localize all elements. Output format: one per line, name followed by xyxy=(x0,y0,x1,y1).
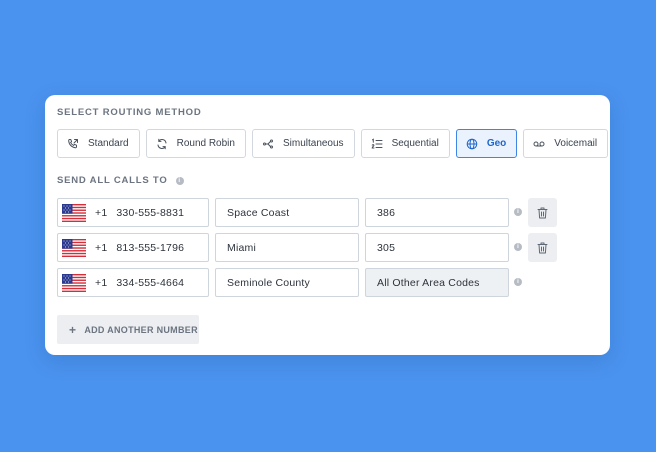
add-another-number-button[interactable]: + ADD ANOTHER NUMBER xyxy=(57,315,199,344)
phone-number: 334-555-4664 xyxy=(116,276,185,289)
method-standard-button[interactable]: Standard xyxy=(57,129,140,158)
area-code-field[interactable]: 386 xyxy=(365,198,509,227)
numbered-list-icon xyxy=(371,137,383,148)
location-name-field[interactable]: Space Coast xyxy=(215,198,359,227)
us-flag-icon xyxy=(62,273,86,292)
us-flag-icon xyxy=(62,238,86,257)
country-code: +1 xyxy=(95,241,108,254)
delete-row-button[interactable] xyxy=(528,233,557,262)
method-simultaneous-button[interactable]: Simultaneous xyxy=(251,129,355,158)
phone-number-field[interactable]: +1 813-555-1796 xyxy=(57,233,209,262)
routing-rows: +1 330-555-8831 Space Coast 386 i +1 813… xyxy=(57,198,602,303)
country-code: +1 xyxy=(95,276,108,289)
globe-icon xyxy=(466,138,478,149)
plus-icon: + xyxy=(69,322,77,337)
routing-method-group: Standard Round Robin Simultaneous Sequen… xyxy=(57,129,609,158)
info-icon[interactable]: i xyxy=(514,278,522,286)
us-flag-icon xyxy=(62,203,86,222)
add-button-label: ADD ANOTHER NUMBER xyxy=(84,324,198,335)
method-sequential-button[interactable]: Sequential xyxy=(360,129,450,158)
trash-icon xyxy=(537,207,548,218)
phone-number: 330-555-8831 xyxy=(116,206,185,219)
location-name-field[interactable]: Miami xyxy=(215,233,359,262)
routing-method-title: SELECT ROUTING METHOD xyxy=(57,107,202,118)
location-name-field[interactable]: Seminole County xyxy=(215,268,359,297)
routing-row: +1 330-555-8831 Space Coast 386 i xyxy=(57,198,602,227)
info-icon[interactable]: i xyxy=(514,243,522,251)
routing-card: SELECT ROUTING METHOD Standard Round Rob… xyxy=(45,95,610,355)
phone-number: 813-555-1796 xyxy=(116,241,185,254)
phone-number-field[interactable]: +1 330-555-8831 xyxy=(57,198,209,227)
delete-row-button[interactable] xyxy=(528,198,557,227)
trash-icon xyxy=(537,242,548,253)
phone-forward-icon xyxy=(68,138,78,148)
info-icon[interactable]: i xyxy=(175,176,184,185)
area-code-field[interactable]: All Other Area Codes xyxy=(365,268,509,297)
method-geo-button[interactable]: Geo xyxy=(455,129,518,158)
routing-row: +1 813-555-1796 Miami 305 i xyxy=(57,233,602,262)
voicemail-icon xyxy=(533,141,545,146)
country-code: +1 xyxy=(95,206,108,219)
refresh-icon xyxy=(157,138,167,149)
routing-row: +1 334-555-4664 Seminole County All Othe… xyxy=(57,268,602,297)
method-round-robin-button[interactable]: Round Robin xyxy=(145,129,246,158)
method-voicemail-button[interactable]: Voicemail xyxy=(523,129,609,158)
info-icon[interactable]: i xyxy=(514,208,522,216)
phone-number-field[interactable]: +1 334-555-4664 xyxy=(57,268,209,297)
area-code-field[interactable]: 305 xyxy=(365,233,509,262)
send-calls-title: SEND ALL CALLS TO i xyxy=(57,175,184,186)
share-nodes-icon xyxy=(262,139,273,148)
